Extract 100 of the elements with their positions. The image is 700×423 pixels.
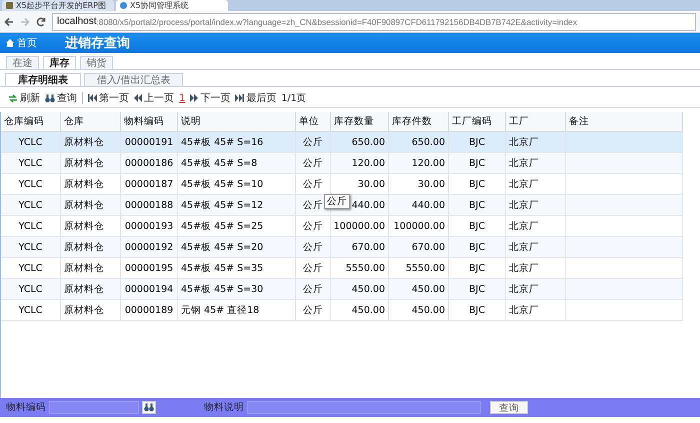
next-page-button[interactable]: 下一页 <box>190 91 230 105</box>
table-cell: 原材料仓 <box>61 132 121 153</box>
table-cell: 北京厂 <box>506 195 566 216</box>
search-button[interactable]: 查询 <box>45 91 77 105</box>
table-cell: 00000195 <box>121 258 178 279</box>
table-cell: YCLC <box>1 237 61 258</box>
table-cell: 450.00 <box>389 300 449 321</box>
table-cell: 120.00 <box>331 153 389 174</box>
column-header[interactable]: 物料编码 <box>121 112 178 132</box>
table-cell: 00000193 <box>121 216 178 237</box>
table-cell: 公斤 <box>296 132 331 153</box>
tab[interactable]: 在途 <box>6 56 39 69</box>
table-cell: YCLC <box>1 279 61 300</box>
table-cell: 45#板 45# S=25 <box>178 216 296 237</box>
table-cell: 原材料仓 <box>61 258 121 279</box>
table-cell: 元钢 45# 直径18 <box>178 300 296 321</box>
table-cell: 北京厂 <box>506 237 566 258</box>
refresh-arrows-icon <box>8 94 18 102</box>
table-cell: 00000188 <box>121 195 178 216</box>
address-bar[interactable]: localhost:8080/x5/portal2/process/portal/index.w?language=zh_CN&bsessionid=F40F90897CFD611792156DB4DB7B742E&activity=index <box>52 12 696 30</box>
table-cell: 5550.00 <box>331 258 389 279</box>
table-cell: 原材料仓 <box>61 174 121 195</box>
column-header[interactable]: 仓库 <box>61 112 121 132</box>
table-cell: BJC <box>449 300 506 321</box>
first-page-button[interactable]: 第一页 <box>88 91 129 105</box>
input-field[interactable] <box>247 401 481 414</box>
table-cell: 650.00 <box>331 132 389 153</box>
browser-tab[interactable]: X5起步平台开发的ERP图 <box>2 0 114 11</box>
column-header[interactable]: 单位 <box>296 112 331 132</box>
table-cell: YCLC <box>1 174 61 195</box>
reload-icon[interactable] <box>36 16 46 26</box>
table-cell: 00000186 <box>121 153 178 174</box>
favicon-icon <box>120 2 127 9</box>
previous-page-button[interactable]: 上一页 <box>134 91 174 105</box>
back-icon[interactable] <box>4 16 14 26</box>
table-cell: YCLC <box>1 258 61 279</box>
page-number-link[interactable]: 1 <box>179 92 186 104</box>
table-cell: 30.00 <box>389 174 449 195</box>
table-cell: 450.00 <box>331 300 389 321</box>
field-label: 物料编码 <box>6 401 46 414</box>
table-cell: 100000.00 <box>389 216 449 237</box>
table-cell: BJC <box>449 237 506 258</box>
table-cell: 北京厂 <box>506 258 566 279</box>
table-cell: 120.00 <box>389 153 449 174</box>
binoculars-icon <box>144 403 154 412</box>
table-cell: 00000191 <box>121 132 178 153</box>
input-field[interactable] <box>49 401 139 414</box>
browser-tab[interactable]: X5协同管理系统 <box>116 0 228 11</box>
column-header[interactable]: 库存数量 <box>331 112 389 132</box>
column-header[interactable]: 工厂 <box>506 112 566 132</box>
table-cell: 原材料仓 <box>61 195 121 216</box>
table-cell: 670.00 <box>389 237 449 258</box>
table-cell: 450.00 <box>331 279 389 300</box>
table-cell: 北京厂 <box>506 132 566 153</box>
home-link[interactable]: 首页 <box>6 36 37 50</box>
table-cell: 原材料仓 <box>61 279 121 300</box>
table-cell: BJC <box>449 174 506 195</box>
table-cell: 440.00 <box>389 195 449 216</box>
tab[interactable]: 库存 <box>43 56 76 69</box>
previous-page-icon <box>134 94 142 102</box>
table-cell: 45#板 45# S=8 <box>178 153 296 174</box>
table-cell: 公斤 <box>296 174 331 195</box>
search-button[interactable]: 查询 <box>490 401 528 414</box>
table-cell: YCLC <box>1 195 61 216</box>
table-cell: 00000192 <box>121 237 178 258</box>
table-cell: 45#板 45# S=20 <box>178 237 296 258</box>
table-cell: 00000189 <box>121 300 178 321</box>
table-cell: 450.00 <box>389 279 449 300</box>
table-cell: 45#板 45# S=35 <box>178 258 296 279</box>
table-cell: 原材料仓 <box>61 237 121 258</box>
search-button[interactable] <box>142 401 156 414</box>
column-header[interactable]: 说明 <box>178 112 296 132</box>
next-page-icon <box>190 94 198 102</box>
tab[interactable]: 销货 <box>80 56 113 69</box>
last-page-icon <box>235 94 244 102</box>
tab[interactable]: 借入/借出汇总表 <box>84 73 184 86</box>
table-cell: 北京厂 <box>506 174 566 195</box>
refresh-button[interactable]: 刷新 <box>8 91 40 105</box>
table-cell: 北京厂 <box>506 216 566 237</box>
table-cell: 原材料仓 <box>61 153 121 174</box>
table-cell: 公斤 <box>296 153 331 174</box>
field-label: 物料说明 <box>204 401 244 414</box>
table-cell: 00000194 <box>121 279 178 300</box>
column-header[interactable]: 工厂编码 <box>449 112 506 132</box>
table-cell: 公斤 <box>296 279 331 300</box>
table-cell: BJC <box>449 153 506 174</box>
table-cell: 公斤 <box>296 258 331 279</box>
table-cell: 670.00 <box>331 237 389 258</box>
last-page-button[interactable]: 最后页 <box>235 91 276 105</box>
table-cell: BJC <box>449 216 506 237</box>
table-cell: 原材料仓 <box>61 216 121 237</box>
table-cell: 650.00 <box>389 132 449 153</box>
column-header[interactable]: 备注 <box>566 112 683 132</box>
table-cell: 45#板 45# S=12 <box>178 195 296 216</box>
column-header[interactable]: 仓库编码 <box>1 112 61 132</box>
tab[interactable]: 库存明细表 <box>5 73 81 86</box>
table-cell: BJC <box>449 258 506 279</box>
table-cell: 5550.00 <box>389 258 449 279</box>
page-title: 进销存查询 <box>65 35 130 52</box>
column-header[interactable]: 库存件数 <box>389 112 449 132</box>
